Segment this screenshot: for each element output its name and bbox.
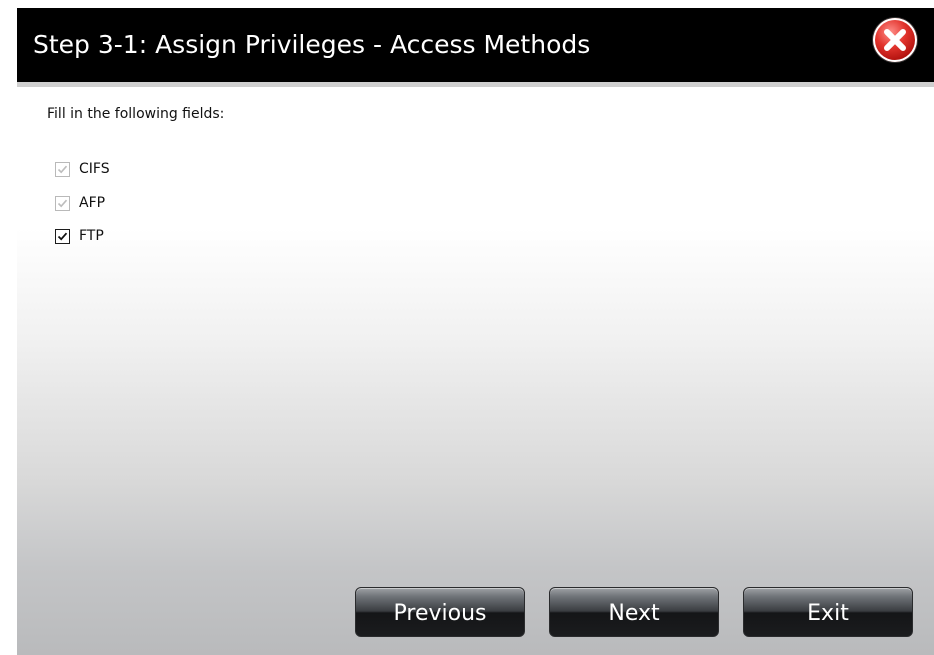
cifs-checkbox <box>55 161 70 177</box>
ftp-label: FTP <box>79 228 104 244</box>
option-ftp[interactable]: FTP <box>55 226 104 246</box>
form-instructions: Fill in the following fields: <box>47 106 225 122</box>
exit-button[interactable]: Exit <box>743 587 913 637</box>
option-afp: AFP <box>55 193 105 213</box>
check-icon <box>57 232 68 241</box>
option-cifs: CIFS <box>55 159 110 179</box>
next-button[interactable]: Next <box>549 587 719 637</box>
check-icon <box>57 199 68 207</box>
cifs-label: CIFS <box>79 161 110 177</box>
dialog-titlebar: Step 3-1: Assign Privileges - Access Met… <box>17 8 934 87</box>
dialog-title: Step 3-1: Assign Privileges - Access Met… <box>33 30 591 59</box>
afp-label: AFP <box>79 195 106 211</box>
check-icon <box>57 165 68 173</box>
close-icon[interactable] <box>873 18 917 62</box>
close-x-glyph <box>884 29 906 51</box>
access-methods-dialog: Step 3-1: Assign Privileges - Access Met… <box>17 8 934 655</box>
previous-button[interactable]: Previous <box>355 587 525 637</box>
ftp-checkbox[interactable] <box>55 228 70 244</box>
afp-checkbox <box>55 195 70 211</box>
